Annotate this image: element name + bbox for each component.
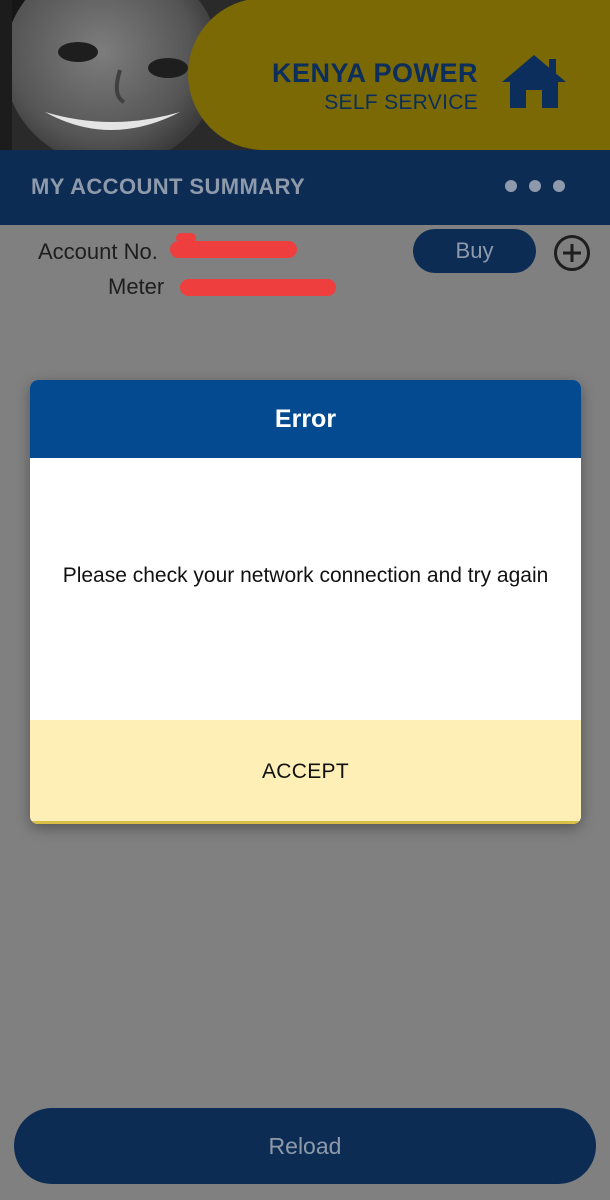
meter-label: Meter [108,274,165,299]
buy-button[interactable]: Buy [413,229,536,273]
accept-button[interactable]: ACCEPT [30,720,581,824]
dialog-title: Error [274,405,337,433]
error-dialog: Error Please check your network connecti… [30,380,581,824]
more-dots-icon[interactable] [505,180,565,194]
brand-subtitle: SELF SERVICE [324,91,478,114]
summary-title: MY ACCOUNT SUMMARY [31,174,306,199]
account-number-redaction [170,241,297,258]
dialog-message: Please check your network connection and… [62,564,549,587]
home-icon[interactable] [500,52,568,110]
app-header: KENYA POWER SELF SERVICE [0,0,610,150]
account-number-redaction-tip [176,233,196,243]
meter-number-redaction [180,279,336,296]
account-number-label: Account No. [38,239,158,264]
dialog-header: Error [30,380,581,458]
reload-button[interactable]: Reload [14,1108,596,1184]
brand-title: KENYA POWER [271,58,478,88]
plus-circle-icon[interactable] [553,234,591,272]
app-screen: KENYA POWER SELF SERVICE MY ACCOUNT SUMM… [0,0,610,1200]
